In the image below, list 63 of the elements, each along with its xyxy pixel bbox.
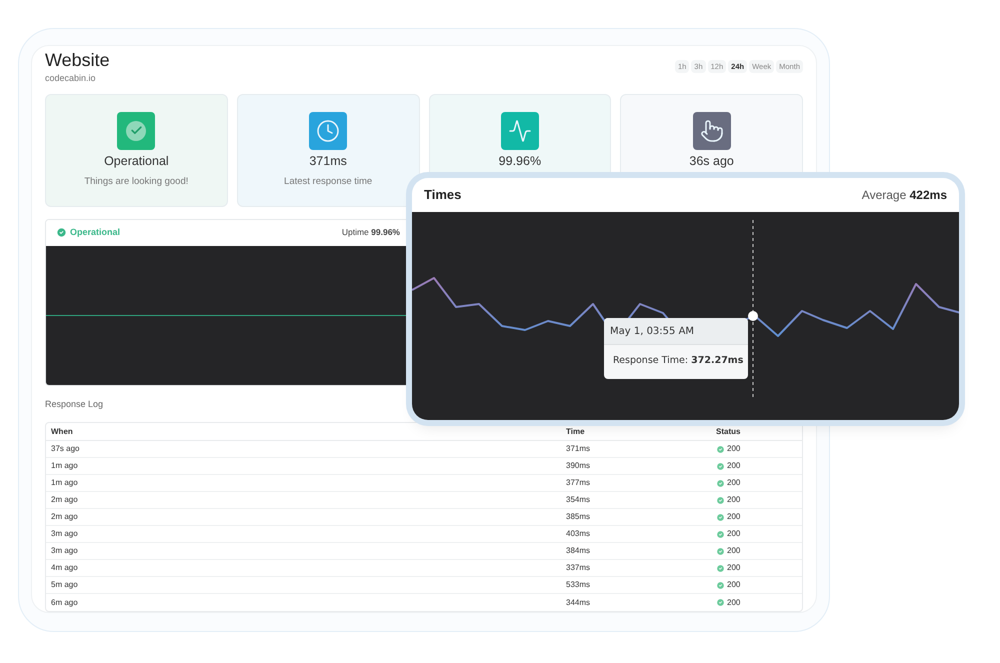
table-cell: 200 xyxy=(727,545,740,557)
table-cell-text: 371ms xyxy=(566,443,592,455)
check-icon xyxy=(117,112,156,150)
table-cell: 200 xyxy=(727,596,740,608)
pulse-icon xyxy=(500,112,539,150)
clock-icon xyxy=(309,112,348,150)
success-icon xyxy=(716,462,725,470)
panel-title: Times xyxy=(424,186,462,204)
table-cell-text: 2m ago xyxy=(51,511,79,523)
stat-caption: Latest response time xyxy=(284,175,372,190)
table-cell-text: 3m ago xyxy=(51,545,79,557)
table-cell: 200 xyxy=(727,511,740,523)
success-icon xyxy=(716,444,725,454)
table-cell-text: 5m ago xyxy=(51,579,79,591)
table-cell-text: 1m ago xyxy=(51,477,79,489)
success-icon xyxy=(716,530,725,538)
table-cell: 200 xyxy=(727,443,740,455)
table-cell: 200 xyxy=(727,579,740,591)
column-header: Time xyxy=(566,426,586,438)
table-cell-text: 384ms xyxy=(566,545,592,557)
average-label: Average 422ms xyxy=(862,187,947,204)
success-icon xyxy=(716,496,725,504)
success-icon xyxy=(716,512,725,522)
success-icon xyxy=(716,580,725,590)
table-cell: 200 xyxy=(727,460,740,472)
table-cell-text: 6m ago xyxy=(51,596,79,608)
table-cell-text: 403ms xyxy=(566,528,592,540)
table-cell-text: 385ms xyxy=(566,511,592,523)
stat-value: 99.96% xyxy=(498,152,542,170)
success-icon xyxy=(716,598,725,607)
column-header: Status xyxy=(716,426,742,438)
table-cell: 200 xyxy=(727,562,740,574)
success-icon xyxy=(716,546,725,556)
hand-pointer-icon xyxy=(692,112,731,150)
table-cell-text: 3m ago xyxy=(51,528,79,540)
stat-caption: Things are looking good! xyxy=(84,175,188,190)
table-cell: 200 xyxy=(727,494,740,506)
table-cell: 200 xyxy=(727,477,740,489)
status-check-icon xyxy=(56,227,67,238)
table-cell: 200 xyxy=(727,528,740,540)
stat-value: 36s ago xyxy=(689,152,734,170)
tooltip-value: Response Time: 372.27ms xyxy=(613,354,744,368)
table-cell-text: 337ms xyxy=(566,562,592,574)
site-url: codecabin.io xyxy=(45,72,97,85)
table-cell-text: 533ms xyxy=(566,579,592,591)
success-icon xyxy=(716,564,725,572)
status-label: Operational xyxy=(70,226,120,239)
table-cell-text: 1m ago xyxy=(51,460,79,472)
uptime-label: Uptime 99.96% xyxy=(342,226,400,239)
stat-value: Operational xyxy=(104,152,169,170)
success-icon xyxy=(716,478,725,488)
section-title: Response Log xyxy=(45,398,104,411)
table-cell-text: 4m ago xyxy=(51,562,79,574)
table-cell-text: 377ms xyxy=(566,477,592,489)
table-cell-text: 37s ago xyxy=(51,443,80,455)
column-header: When xyxy=(51,426,74,438)
stat-value: 371ms xyxy=(309,152,347,170)
table-cell-text: 2m ago xyxy=(51,494,79,506)
table-cell-text: 344ms xyxy=(566,596,592,608)
site-title: Website xyxy=(45,49,110,72)
tooltip-date: May 1, 03:55 AM xyxy=(610,324,694,338)
table-cell-text: 390ms xyxy=(566,460,592,472)
table-cell-text: 354ms xyxy=(566,494,592,506)
